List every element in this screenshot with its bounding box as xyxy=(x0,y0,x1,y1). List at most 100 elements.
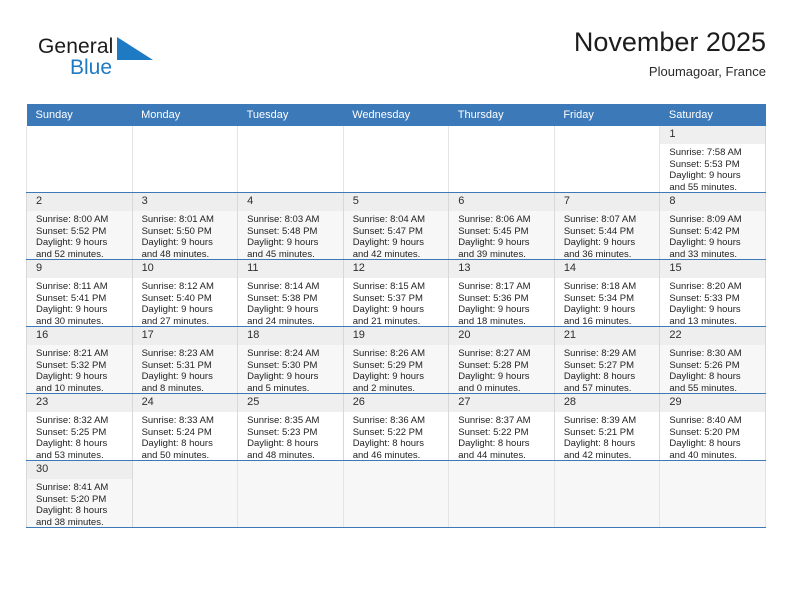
day-cell[interactable]: 15 Sunrise: 8:20 AM Sunset: 5:33 PM Dayligh… xyxy=(660,260,765,327)
day-sun-info: Sunrise: 8:07 AM Sunset: 5:44 PM Daylight:… xyxy=(555,211,660,260)
day-cell[interactable]: 28 Sunrise: 8:39 AM Sunset: 5:21 PM Dayligh… xyxy=(554,394,660,461)
day-number: 23 xyxy=(27,394,132,412)
daylight-text-line2: and 55 minutes. xyxy=(669,382,737,394)
calendar-cell-day: 20 Sunrise: 8:27 AM Sunset: 5:28 PM Dayligh… xyxy=(448,326,555,394)
day-cell[interactable]: 11 Sunrise: 8:14 AM Sunset: 5:38 PM Dayligh… xyxy=(238,260,343,327)
day-cell[interactable]: 4 Sunrise: 8:03 AM Sunset: 5:48 PM Daylight… xyxy=(238,193,343,260)
day-cell[interactable]: 3 Sunrise: 8:01 AM Sunset: 5:50 PM Daylight… xyxy=(132,193,238,260)
daylight-text-line1: Daylight: 9 hours xyxy=(669,304,741,315)
day-cell[interactable]: 2 Sunrise: 8:00 AM Sunset: 5:52 PM Daylight… xyxy=(27,193,132,260)
day-cell[interactable]: 6 Sunrise: 8:06 AM Sunset: 5:45 PM Daylight… xyxy=(449,193,554,260)
calendar-cell-day: 3 Sunrise: 8:01 AM Sunset: 5:50 PM Daylight… xyxy=(131,192,239,260)
day-number: 6 xyxy=(449,193,554,211)
calendar-cell-empty xyxy=(659,460,766,528)
daylight-text-line2: and 2 minutes. xyxy=(352,382,416,394)
day-number: 24 xyxy=(132,394,238,412)
daylight-text-line2: and 42 minutes. xyxy=(563,449,632,461)
day-cell-empty xyxy=(449,126,554,192)
sunrise-text: Sunrise: 8:40 AM xyxy=(669,415,742,426)
day-cell[interactable]: 10 Sunrise: 8:12 AM Sunset: 5:40 PM Dayligh… xyxy=(132,260,238,327)
sunrise-text: Sunrise: 8:36 AM xyxy=(352,415,426,426)
sunset-text: Sunset: 5:22 PM xyxy=(458,426,529,438)
day-cell[interactable]: 18 Sunrise: 8:24 AM Sunset: 5:30 PM Dayligh… xyxy=(238,327,343,394)
daylight-text-line1: Daylight: 8 hours xyxy=(563,438,636,449)
sunset-text: Sunset: 5:29 PM xyxy=(352,359,423,371)
daylight-text-line1: Daylight: 8 hours xyxy=(458,438,530,449)
calendar-week-row: 1 Sunrise: 7:58 AM Sunset: 5:53 PM Daylight… xyxy=(26,126,766,193)
sunset-text: Sunset: 5:36 PM xyxy=(458,292,529,304)
weekday-header-sunday: Sunday xyxy=(26,104,133,126)
daylight-text-line2: and 52 minutes. xyxy=(36,248,104,260)
day-number: 11 xyxy=(238,260,343,278)
weekday-header-tuesday: Tuesday xyxy=(237,104,344,126)
calendar-cell-day: 26 Sunrise: 8:36 AM Sunset: 5:22 PM Dayligh… xyxy=(342,393,450,461)
day-cell[interactable]: 13 Sunrise: 8:17 AM Sunset: 5:36 PM Dayligh… xyxy=(449,260,554,327)
day-cell[interactable]: 27 Sunrise: 8:37 AM Sunset: 5:22 PM Dayligh… xyxy=(449,394,554,461)
day-cell[interactable]: 16 Sunrise: 8:21 AM Sunset: 5:32 PM Dayligh… xyxy=(27,327,132,394)
day-cell[interactable]: 29 Sunrise: 8:40 AM Sunset: 5:20 PM Dayligh… xyxy=(660,394,765,461)
day-cell[interactable]: 19 Sunrise: 8:26 AM Sunset: 5:29 PM Dayligh… xyxy=(343,327,449,394)
page-title: November 2025 xyxy=(573,27,766,57)
sunset-text: Sunset: 5:30 PM xyxy=(247,359,318,371)
daylight-text-line2: and 5 minutes. xyxy=(247,382,310,394)
day-cell[interactable]: 24 Sunrise: 8:33 AM Sunset: 5:24 PM Dayligh… xyxy=(132,394,238,461)
sunrise-text: Sunrise: 8:04 AM xyxy=(352,214,426,225)
day-cell[interactable]: 25 Sunrise: 8:35 AM Sunset: 5:23 PM Dayligh… xyxy=(238,394,343,461)
calendar-cell-day: 25 Sunrise: 8:35 AM Sunset: 5:23 PM Dayligh… xyxy=(237,393,344,461)
weekday-header-friday: Friday xyxy=(554,104,660,126)
logo-text-blue: Blue xyxy=(70,56,113,79)
sunset-text: Sunset: 5:52 PM xyxy=(36,225,107,237)
day-cell-empty xyxy=(660,461,765,527)
day-number: 1 xyxy=(660,126,765,144)
daylight-text-line2: and 16 minutes. xyxy=(563,315,632,327)
calendar-cell-empty xyxy=(237,126,344,193)
day-cell[interactable]: 7 Sunrise: 8:07 AM Sunset: 5:44 PM Daylight… xyxy=(554,193,660,260)
day-cell[interactable]: 17 Sunrise: 8:23 AM Sunset: 5:31 PM Dayligh… xyxy=(132,327,238,394)
day-cell[interactable]: 20 Sunrise: 8:27 AM Sunset: 5:28 PM Dayligh… xyxy=(449,327,554,394)
general-blue-logo[interactable]: General Blue xyxy=(38,36,218,92)
sunset-text: Sunset: 5:40 PM xyxy=(141,292,212,304)
day-cell[interactable]: 1 Sunrise: 7:58 AM Sunset: 5:53 PM Daylight… xyxy=(660,126,765,193)
sunrise-text: Sunrise: 8:23 AM xyxy=(141,348,214,359)
day-cell[interactable]: 14 Sunrise: 8:18 AM Sunset: 5:34 PM Dayligh… xyxy=(554,260,660,327)
daylight-text-line1: Daylight: 8 hours xyxy=(36,438,108,449)
day-cell[interactable]: 30 Sunrise: 8:41 AM Sunset: 5:20 PM Dayligh… xyxy=(27,461,132,528)
day-cell[interactable]: 8 Sunrise: 8:09 AM Sunset: 5:42 PM Daylight… xyxy=(660,193,765,260)
calendar-body: 1 Sunrise: 7:58 AM Sunset: 5:53 PM Daylight… xyxy=(26,126,766,528)
daylight-text-line1: Daylight: 8 hours xyxy=(141,438,213,449)
day-sun-info: Sunrise: 8:04 AM Sunset: 5:47 PM Daylight:… xyxy=(344,211,449,260)
day-cell[interactable]: 22 Sunrise: 8:30 AM Sunset: 5:26 PM Dayligh… xyxy=(660,327,765,394)
sunrise-text: Sunrise: 8:26 AM xyxy=(352,348,426,359)
daylight-text-line2: and 46 minutes. xyxy=(352,449,421,461)
sunset-text: Sunset: 5:33 PM xyxy=(669,292,740,304)
weekday-header-saturday: Saturday xyxy=(659,104,766,126)
day-cell[interactable]: 12 Sunrise: 8:15 AM Sunset: 5:37 PM Dayligh… xyxy=(343,260,449,327)
calendar-cell-day: 7 Sunrise: 8:07 AM Sunset: 5:44 PM Daylight… xyxy=(553,192,661,260)
day-number: 5 xyxy=(343,193,449,211)
day-cell[interactable]: 21 Sunrise: 8:29 AM Sunset: 5:27 PM Dayligh… xyxy=(554,327,660,394)
sunrise-text: Sunrise: 8:18 AM xyxy=(563,281,637,292)
calendar-cell-day: 1 Sunrise: 7:58 AM Sunset: 5:53 PM Daylight… xyxy=(659,126,766,193)
day-number: 22 xyxy=(660,327,765,345)
calendar-cell-day: 21 Sunrise: 8:29 AM Sunset: 5:27 PM Dayligh… xyxy=(553,326,661,394)
sunset-text: Sunset: 5:32 PM xyxy=(36,359,107,371)
day-cell[interactable]: 26 Sunrise: 8:36 AM Sunset: 5:22 PM Dayligh… xyxy=(343,394,449,461)
calendar-cell-day: 22 Sunrise: 8:30 AM Sunset: 5:26 PM Dayligh… xyxy=(659,326,766,394)
calendar-week-row: 30 Sunrise: 8:41 AM Sunset: 5:20 PM Dayligh… xyxy=(26,460,766,528)
day-number: 20 xyxy=(449,327,554,345)
day-number: 12 xyxy=(343,260,449,278)
day-cell[interactable]: 23 Sunrise: 8:32 AM Sunset: 5:25 PM Dayligh… xyxy=(27,394,132,461)
day-cell[interactable]: 9 Sunrise: 8:11 AM Sunset: 5:41 PM Daylight… xyxy=(27,260,132,327)
calendar-week-row: 16 Sunrise: 8:21 AM Sunset: 5:32 PM Dayligh… xyxy=(26,326,766,394)
day-cell-empty xyxy=(344,461,449,527)
calendar-cell-empty xyxy=(448,126,555,193)
sunrise-text: Sunrise: 8:07 AM xyxy=(563,214,637,225)
calendar-cell-day: 5 Sunrise: 8:04 AM Sunset: 5:47 PM Daylight… xyxy=(342,192,450,260)
calendar-cell-day: 14 Sunrise: 8:18 AM Sunset: 5:34 PM Dayligh… xyxy=(553,259,661,327)
calendar-cell-day: 28 Sunrise: 8:39 AM Sunset: 5:21 PM Dayligh… xyxy=(553,393,661,461)
daylight-text-line2: and 24 minutes. xyxy=(247,315,315,327)
day-cell[interactable]: 5 Sunrise: 8:04 AM Sunset: 5:47 PM Daylight… xyxy=(343,193,449,260)
calendar-cell-day: 27 Sunrise: 8:37 AM Sunset: 5:22 PM Dayligh… xyxy=(448,393,555,461)
daylight-text-line1: Daylight: 9 hours xyxy=(563,304,636,315)
daylight-text-line1: Daylight: 9 hours xyxy=(458,237,530,248)
